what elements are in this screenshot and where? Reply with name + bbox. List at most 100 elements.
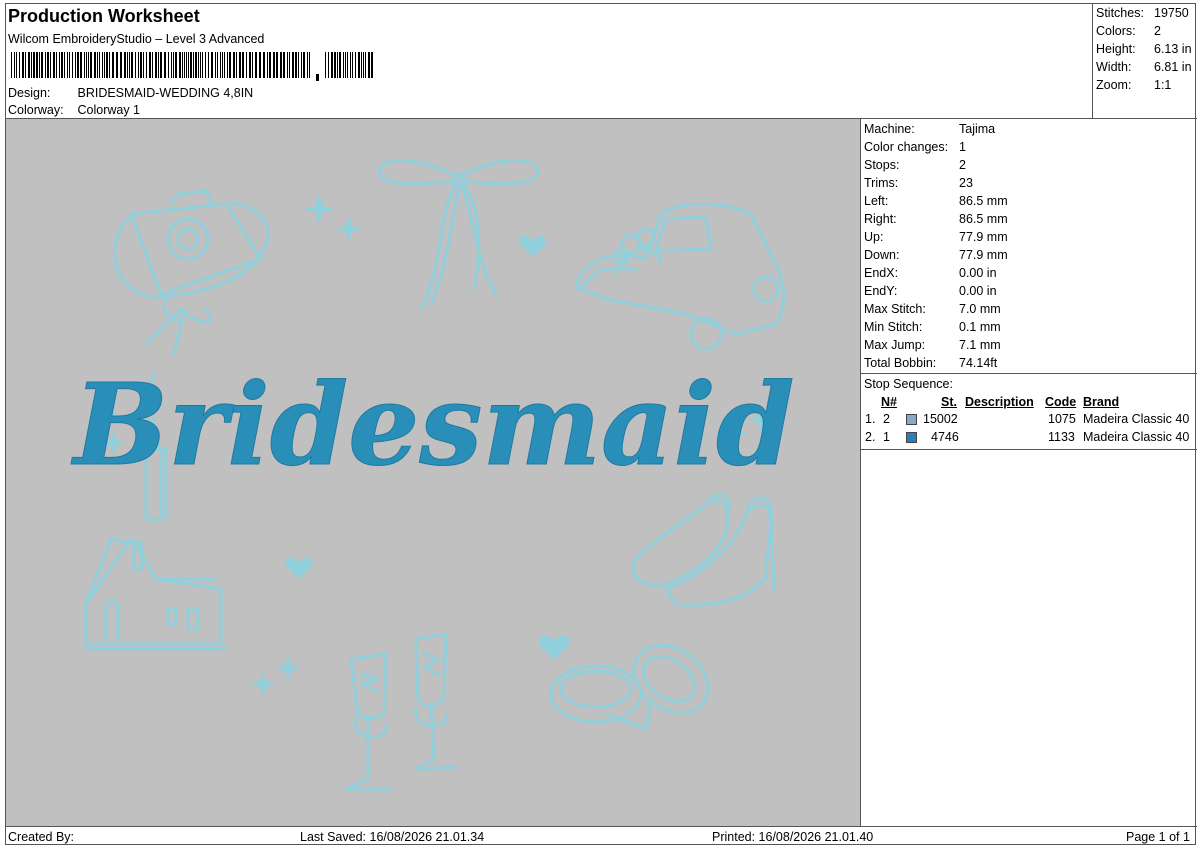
width-row: Width: 6.81 in [1096, 60, 1192, 74]
bow-icon [377, 159, 540, 311]
machine-info-row: Machine: Tajima [864, 122, 995, 136]
machine-info-row: EndX: 0.00 in [864, 266, 997, 280]
machine-info-value: 86.5 mm [959, 212, 1008, 226]
machine-info-label: Right: [864, 212, 897, 226]
machine-info-value: 77.9 mm [959, 248, 1008, 262]
colors-row: Colors: 2 [1096, 24, 1161, 38]
footer: Created By: Last Saved: 16/08/2026 21.01… [6, 826, 1197, 846]
color-swatch [906, 414, 917, 425]
row-index: 1. [865, 412, 876, 426]
bridesmaid-lettering: Bridesmaid [71, 360, 795, 491]
machine-info-label: Stops: [864, 158, 900, 172]
heart-icon [285, 557, 313, 579]
machine-info-row: Up: 77.9 mm [864, 230, 1008, 244]
machine-info-value: 74.14ft [959, 356, 998, 370]
row-brand: Madeira Classic 40 [1083, 412, 1190, 426]
machine-info-row: Trims: 23 [864, 176, 973, 190]
divider [861, 373, 1197, 374]
zoom-row: Zoom: 1:1 [1096, 78, 1171, 92]
printed-date: Printed: 16/08/2026 21.01.40 [712, 830, 874, 844]
colors-label: Colors: [1096, 24, 1136, 38]
machine-info-value: 86.5 mm [959, 194, 1008, 208]
champagne-glasses-icon [344, 632, 458, 791]
stitches-row: Stitches: 19750 [1096, 6, 1189, 20]
machine-info-label: Max Stitch: [864, 302, 926, 316]
barcode [11, 52, 373, 81]
stop-sequence-row: 2. 1 4746 1133 Madeira Classic 40 [861, 430, 1197, 446]
heart-icon [519, 235, 547, 257]
sparkle-icon [275, 655, 301, 681]
row-code: 1133 [1048, 430, 1075, 444]
col-code: Code [1045, 395, 1077, 409]
row-brand: Madeira Classic 40 [1083, 430, 1190, 444]
colorway-name: Colorway 1 [77, 103, 141, 117]
machine-info-value: 0.00 in [959, 284, 997, 298]
machine-info-label: EndX: [864, 266, 899, 280]
machine-info-label: Left: [864, 194, 889, 208]
machine-info-value: Tajima [959, 122, 996, 136]
colorway-row: Colorway: Colorway 1 [8, 103, 140, 117]
machine-info-label: Down: [864, 248, 900, 262]
divider [861, 449, 1197, 450]
machine-info-label: EndY: [864, 284, 898, 298]
row-index: 2. [865, 430, 876, 444]
machine-info-label: Max Jump: [864, 338, 926, 352]
created-by: Created By: [8, 830, 75, 844]
machine-info-row: Max Jump: 7.1 mm [864, 338, 1001, 352]
machine-info-value: 0.00 in [959, 266, 997, 280]
header: Production Worksheet Wilcom EmbroiderySt… [6, 4, 1092, 118]
stitches-label: Stitches: [1096, 6, 1144, 20]
machine-info-row: Left: 86.5 mm [864, 194, 1008, 208]
sparkle-icon [303, 194, 335, 224]
page-number: Page 1 of 1 [1126, 830, 1190, 844]
embroidery-artwork: Bridesmaid [70, 159, 795, 791]
stop-sequence-title: Stop Sequence: [864, 377, 953, 391]
summary-box: Stitches: 19750 Colors: 2 Height: 6.13 in W… [1092, 4, 1197, 118]
worksheet: Production Worksheet Wilcom EmbroiderySt… [5, 3, 1197, 846]
machine-info-label: Min Stitch: [864, 320, 923, 334]
col-brand: Brand [1083, 395, 1120, 409]
machine-info-label: Color changes: [864, 140, 949, 154]
colors-value: 2 [1154, 24, 1161, 38]
color-swatch [906, 432, 917, 443]
row-stitches: 4746 [931, 430, 959, 444]
row-stitches: 15002 [923, 412, 958, 426]
width-label: Width: [1096, 60, 1132, 74]
software-name: Wilcom EmbroideryStudio – Level 3 Advanc… [8, 32, 265, 46]
sparkle-icon [336, 216, 362, 242]
machine-info-panel: Stop Sequence: N# St. Description Code B… [861, 118, 1197, 826]
design-preview: Bridesmaid [6, 118, 861, 826]
machine-info-row: Color changes: 1 [864, 140, 966, 154]
colorway-label: Colorway: [8, 103, 64, 117]
car-icon [574, 202, 786, 351]
zoom-value: 1:1 [1154, 78, 1172, 92]
zoom-label: Zoom: [1096, 78, 1132, 92]
rings-icon [549, 643, 710, 731]
machine-info-row: Max Stitch: 7.0 mm [864, 302, 1001, 316]
stitches-value: 19750 [1154, 6, 1189, 20]
machine-info-row: Down: 77.9 mm [864, 248, 1008, 262]
machine-info-label: Total Bobbin: [864, 356, 937, 370]
stop-sequence-header: N# St. Description Code Brand [861, 395, 1197, 411]
machine-info-value: 77.9 mm [959, 230, 1008, 244]
machine-info-row: Min Stitch: 0.1 mm [864, 320, 1001, 334]
machine-info-value: 7.0 mm [959, 302, 1001, 316]
height-value: 6.13 in [1154, 42, 1192, 56]
col-n: N# [881, 395, 897, 409]
machine-info-value: 1 [959, 140, 966, 154]
row-code: 1075 [1048, 412, 1076, 426]
last-saved: Last Saved: 16/08/2026 21.01.34 [300, 830, 485, 844]
col-description: Description [965, 395, 1034, 409]
machine-info-row: EndY: 0.00 in [864, 284, 997, 298]
height-row: Height: 6.13 in [1096, 42, 1192, 56]
machine-info-value: 0.1 mm [959, 320, 1001, 334]
design-label: Design: [8, 86, 51, 100]
width-value: 6.81 in [1154, 60, 1192, 74]
machine-info-label: Up: [864, 230, 884, 244]
col-st: St. [941, 395, 957, 409]
height-label: Height: [1096, 42, 1136, 56]
camera-icon [113, 189, 270, 356]
machine-info-row: Right: 86.5 mm [864, 212, 1008, 226]
row-n: 1 [883, 430, 890, 444]
row-n: 2 [883, 412, 890, 426]
